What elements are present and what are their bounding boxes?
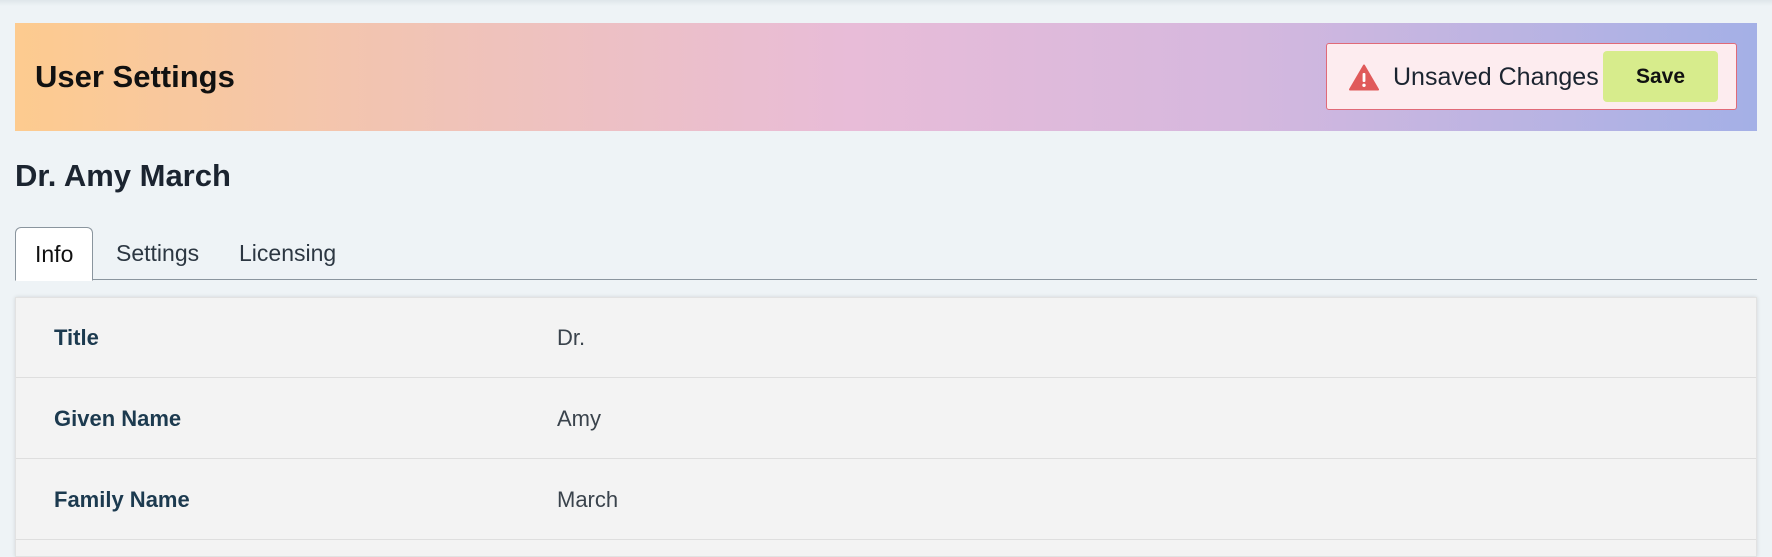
title-label: Title [54, 325, 99, 350]
tab-settings[interactable]: Settings [116, 227, 199, 280]
family-name-label: Family Name [54, 487, 190, 512]
user-info-table: Title Dr. Given Name Amy Family Name Mar… [15, 297, 1757, 557]
page-title: User Settings [35, 59, 235, 94]
family-name-value: March [557, 487, 619, 512]
tab-licensing[interactable]: Licensing [239, 227, 336, 280]
table-row: Family Name March [16, 460, 1756, 540]
given-name-label: Given Name [54, 406, 182, 431]
unsaved-changes-alert: Unsaved Changes Save [1326, 43, 1737, 110]
tab-bar: Info Settings Licensing [15, 227, 1757, 281]
header-banner: User Settings Unsaved Changes Save [15, 23, 1757, 131]
given-name-value: Amy [557, 406, 601, 431]
tab-info[interactable]: Info [15, 227, 94, 281]
save-button[interactable]: Save [1603, 51, 1718, 102]
top-strip [0, 0, 1772, 6]
unsaved-changes-label: Unsaved Changes [1393, 63, 1599, 91]
title-value: Dr. [557, 325, 586, 350]
warning-triangle-icon [1349, 64, 1379, 91]
table-row: Title Dr. [16, 298, 1756, 378]
table-row: Given Name Amy [16, 379, 1756, 459]
user-name-heading: Dr. Amy March [15, 158, 231, 193]
